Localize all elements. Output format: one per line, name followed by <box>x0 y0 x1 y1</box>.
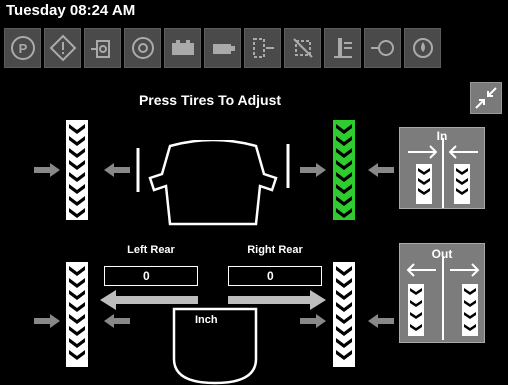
arrow-left-icon <box>368 163 394 177</box>
datetime: Tuesday 08:24 AM <box>6 2 136 19</box>
in-icon <box>408 138 478 208</box>
arrow-left-icon <box>104 163 130 177</box>
out-icon <box>406 256 480 340</box>
rear-left-tire[interactable] <box>66 262 88 367</box>
front-left-tire[interactable] <box>66 120 88 220</box>
right-rear-label: Right Rear <box>247 244 303 256</box>
status-icon-bar: P <box>4 28 504 70</box>
unit-label: Inch <box>195 314 218 326</box>
warning-icon[interactable] <box>44 28 81 68</box>
arrow-left-icon <box>368 314 394 328</box>
left-rear-label: Left Rear <box>127 244 175 256</box>
pto-icon[interactable] <box>284 28 321 68</box>
parking-brake-icon[interactable]: P <box>4 28 41 68</box>
out-button[interactable]: Out <box>399 243 485 343</box>
battery-icon[interactable] <box>164 28 201 68</box>
arrow-right-icon <box>34 314 60 328</box>
left-rear-value-field[interactable]: 0 <box>104 266 198 286</box>
collapse-icon <box>475 87 497 109</box>
rear-right-tire[interactable] <box>333 262 355 367</box>
arrow-right-icon <box>34 163 60 177</box>
coolant-icon[interactable] <box>364 28 401 68</box>
hydraulic-icon[interactable] <box>324 28 361 68</box>
tread-adjust-screen: Tuesday 08:24 AM P Press Tires To Adjust… <box>0 0 508 385</box>
arrow-right-icon <box>300 163 326 177</box>
engine-icon[interactable] <box>124 28 161 68</box>
diff-lock-icon[interactable] <box>244 28 281 68</box>
svg-text:P: P <box>18 41 27 56</box>
fuel-icon[interactable] <box>404 28 441 68</box>
in-button[interactable]: In <box>399 127 485 209</box>
arrow-right-icon <box>300 314 326 328</box>
collapse-button[interactable] <box>470 82 502 114</box>
arrow-left-icon <box>104 314 130 328</box>
oil-pressure-icon[interactable] <box>204 28 241 68</box>
front-right-tire[interactable] <box>333 120 355 220</box>
page-title: Press Tires To Adjust <box>138 92 282 108</box>
front-axle-outline <box>136 140 290 226</box>
right-rear-value-field[interactable]: 0 <box>228 266 322 286</box>
transmission-icon[interactable] <box>84 28 121 68</box>
